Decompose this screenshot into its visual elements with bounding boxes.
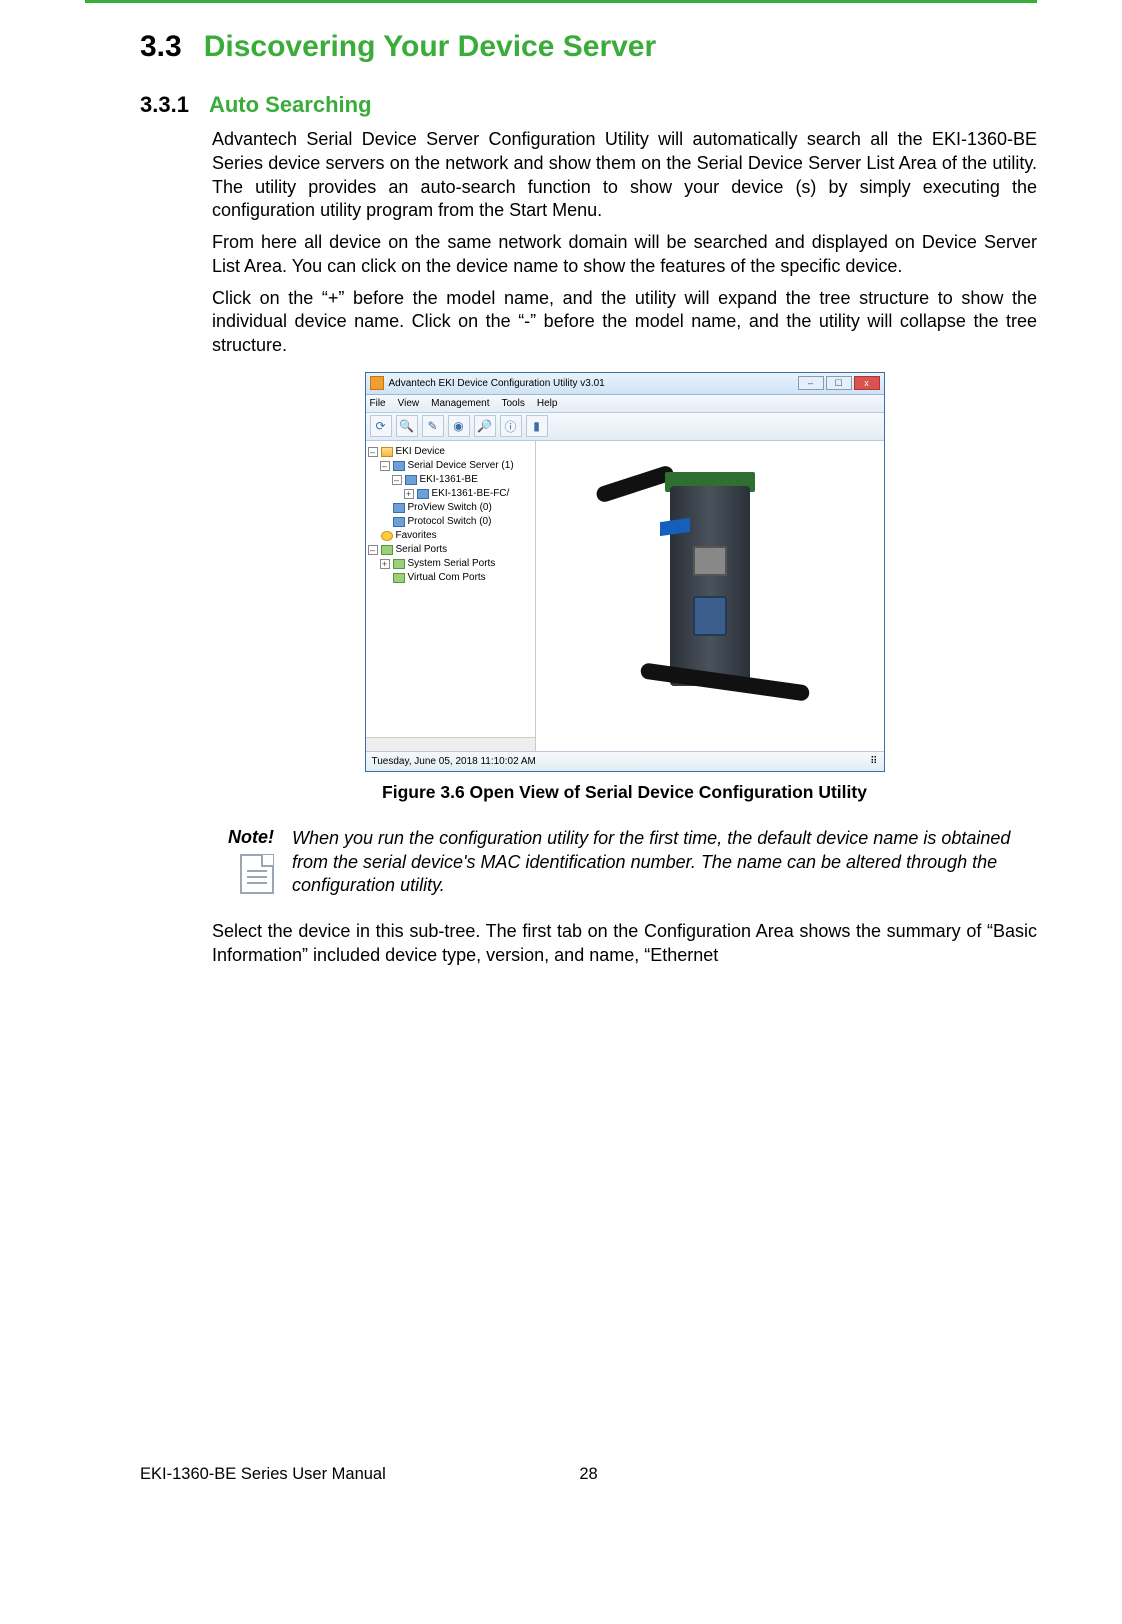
tree-unit[interactable]: +EKI-1361-BE-FC/ (404, 487, 533, 501)
tree-root[interactable]: –EKI Device (368, 445, 533, 459)
tree-favorites[interactable]: Favorites (368, 529, 533, 543)
toolbar-btn-1[interactable]: ⟳ (370, 415, 392, 437)
preview-pane (536, 441, 884, 751)
tree-vcom[interactable]: Virtual Com Ports (380, 571, 533, 585)
device-image (595, 466, 825, 726)
status-grip: ⠿ (870, 756, 877, 767)
section-title: Discovering Your Device Server (204, 30, 656, 64)
minimize-button[interactable]: – (798, 376, 824, 390)
section-number: 3.3 (140, 30, 182, 64)
toolbar-btn-6[interactable]: ⓘ (500, 415, 522, 437)
paragraph-2: From here all device on the same network… (212, 231, 1037, 279)
toolbar: ⟳ 🔍 ✎ ◉ 🔎 ⓘ ▮ (366, 413, 884, 441)
menubar: File View Management Tools Help (366, 395, 884, 413)
tree-scrollbar[interactable] (366, 737, 535, 751)
close-button[interactable]: x (854, 376, 880, 390)
menu-view[interactable]: View (398, 398, 420, 409)
subsection-number: 3.3.1 (140, 92, 189, 118)
top-rule (85, 0, 1037, 3)
tree-serial-device-server[interactable]: –Serial Device Server (1) (380, 459, 533, 473)
app-icon (370, 376, 384, 390)
tree-model[interactable]: –EKI-1361-BE (392, 473, 533, 487)
tree-serial-ports[interactable]: –Serial Ports (368, 543, 533, 557)
note-icon (240, 854, 274, 894)
tree-system-ports[interactable]: +System Serial Ports (380, 557, 533, 571)
paragraph-4: Select the device in this sub-tree. The … (212, 920, 1037, 968)
subsection-title: Auto Searching (209, 92, 372, 118)
note-label: Note! (212, 827, 274, 848)
toolbar-btn-2[interactable]: 🔍 (396, 415, 418, 437)
tree-proview[interactable]: ProView Switch (0) (380, 501, 533, 515)
app-window: Advantech EKI Device Configuration Utili… (365, 372, 885, 772)
tree-pane: –EKI Device –Serial Device Server (1) –E… (366, 441, 536, 751)
menu-management[interactable]: Management (431, 398, 489, 409)
footer-page: 28 (559, 1465, 619, 1484)
figure-caption: Figure 3.6 Open View of Serial Device Co… (212, 782, 1037, 803)
note-block: Note! When you run the configuration uti… (212, 827, 1037, 898)
titlebar: Advantech EKI Device Configuration Utili… (366, 373, 884, 395)
menu-help[interactable]: Help (537, 398, 558, 409)
toolbar-btn-3[interactable]: ✎ (422, 415, 444, 437)
paragraph-1: Advantech Serial Device Server Configura… (212, 128, 1037, 223)
toolbar-btn-7[interactable]: ▮ (526, 415, 548, 437)
statusbar: Tuesday, June 05, 2018 11:10:02 AM ⠿ (366, 751, 884, 771)
subsection-heading: 3.3.1 Auto Searching (140, 92, 1037, 118)
footer-left: EKI-1360-BE Series User Manual (140, 1465, 559, 1484)
menu-file[interactable]: File (370, 398, 386, 409)
figure-3-6: Advantech EKI Device Configuration Utili… (365, 372, 885, 772)
maximize-button[interactable]: ☐ (826, 376, 852, 390)
window-title: Advantech EKI Device Configuration Utili… (389, 378, 798, 389)
footer: EKI-1360-BE Series User Manual 28 (140, 1465, 1037, 1484)
tree-protocol[interactable]: Protocol Switch (0) (380, 515, 533, 529)
menu-tools[interactable]: Tools (502, 398, 525, 409)
status-datetime: Tuesday, June 05, 2018 11:10:02 AM (372, 756, 536, 767)
note-text: When you run the configuration utility f… (292, 827, 1037, 898)
toolbar-btn-5[interactable]: 🔎 (474, 415, 496, 437)
section-heading: 3.3 Discovering Your Device Server (140, 30, 1037, 64)
toolbar-btn-4[interactable]: ◉ (448, 415, 470, 437)
paragraph-3: Click on the “+” before the model name, … (212, 287, 1037, 358)
